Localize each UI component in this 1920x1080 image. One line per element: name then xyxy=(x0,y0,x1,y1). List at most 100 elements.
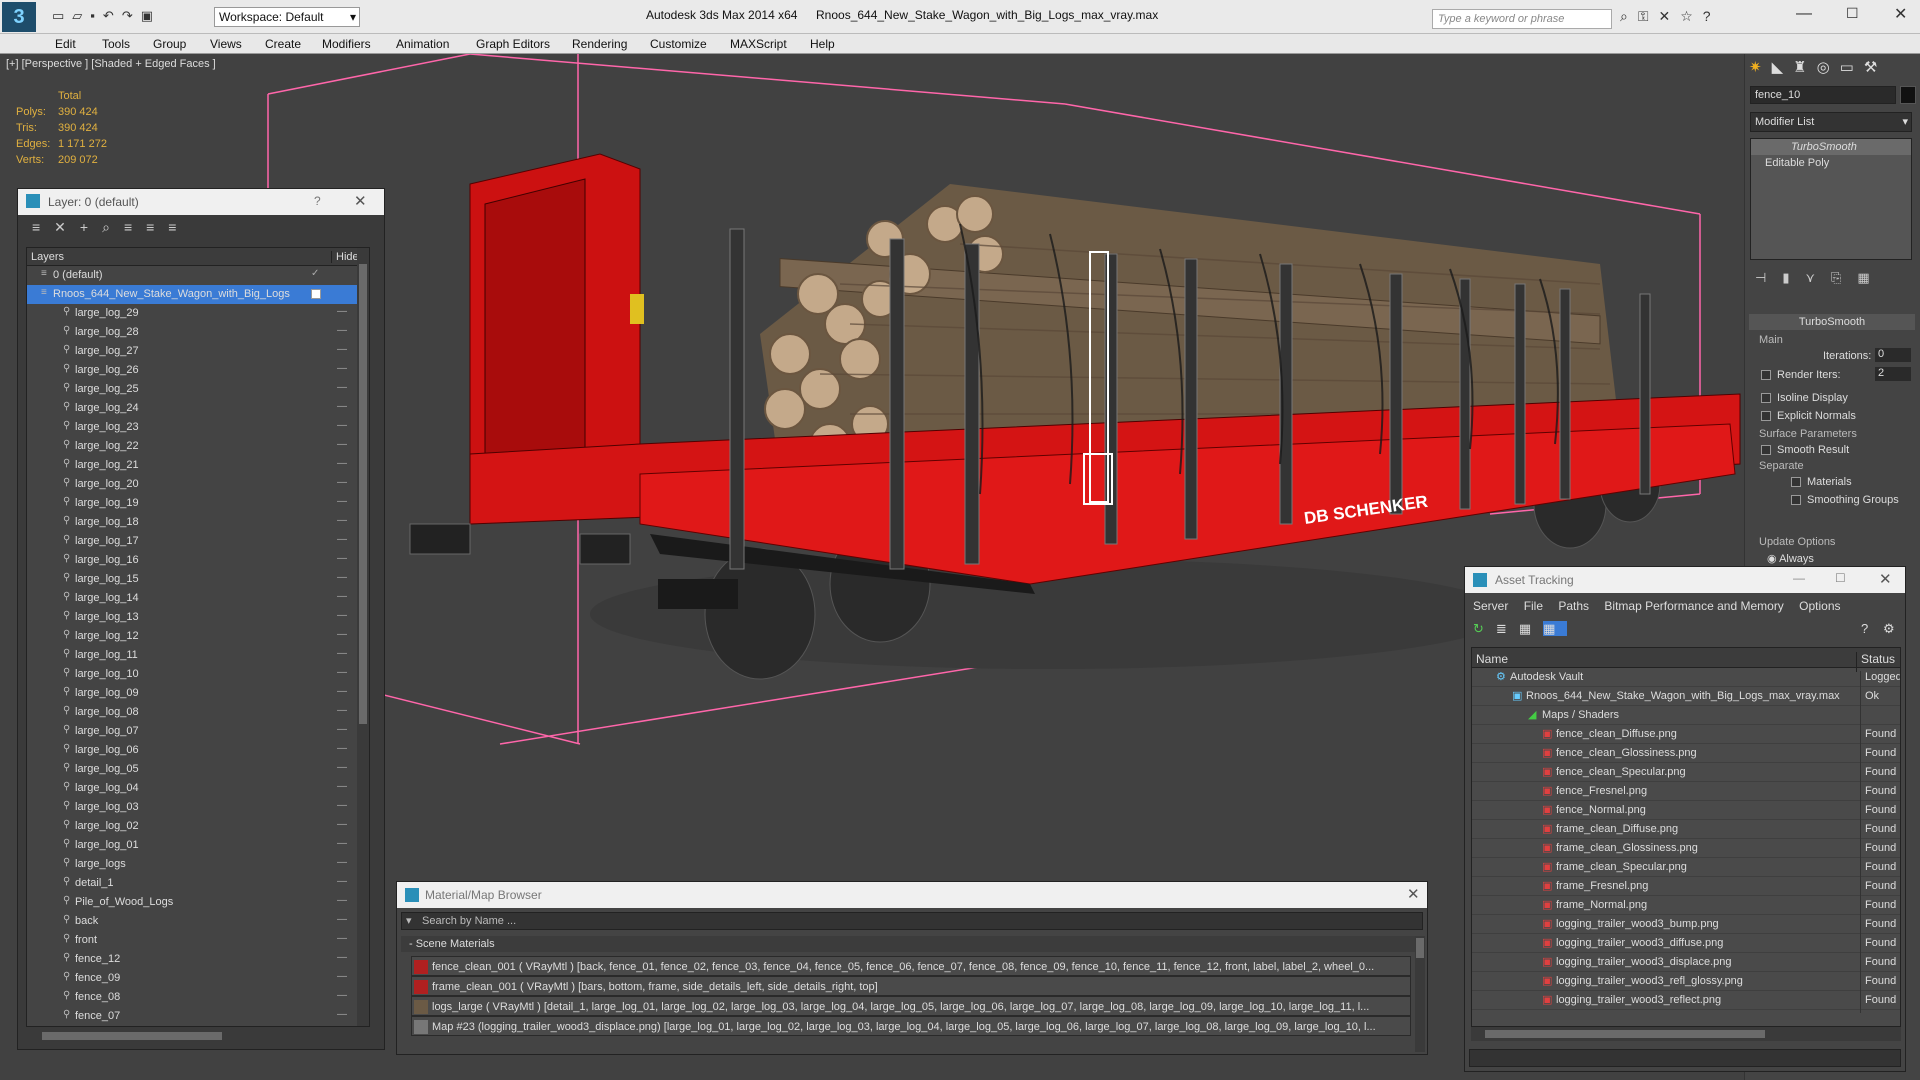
hide-toggle-icon[interactable]: ✓ xyxy=(311,268,319,279)
layer-object-row[interactable]: ⚲ large_log_04 — xyxy=(27,779,369,798)
asset-row[interactable]: ▣ logging_trailer_wood3_reflect.png Found xyxy=(1472,991,1900,1013)
hide-toggle-icon[interactable]: — xyxy=(337,344,347,355)
hide-toggle-icon[interactable]: — xyxy=(337,952,347,963)
layer-object-row[interactable]: ⚲ large_log_16 — xyxy=(27,551,369,570)
layer-object-row[interactable]: ⚲ large_log_26 — xyxy=(27,361,369,380)
layer-object-row[interactable]: ⚲ large_log_29 — xyxy=(27,304,369,323)
layer-object-row[interactable]: ⚲ Pile_of_Wood_Logs — xyxy=(27,893,369,912)
show-end-result-icon[interactable]: ▮ xyxy=(1782,270,1805,285)
hide-toggle-icon[interactable]: — xyxy=(337,610,347,621)
layer-vscrollbar[interactable] xyxy=(357,248,369,1026)
menu-views[interactable]: Views xyxy=(210,37,242,51)
hide-toggle-icon[interactable]: — xyxy=(337,686,347,697)
close-button[interactable]: ✕ xyxy=(1407,885,1420,903)
layer-object-row[interactable]: ⚲ large_log_11 — xyxy=(27,646,369,665)
matbrowser-titlebar[interactable]: Material/Map Browser ✕ xyxy=(397,882,1427,908)
hide-toggle-icon[interactable]: — xyxy=(337,496,347,507)
asset-row[interactable]: ▣ frame_Fresnel.png Found xyxy=(1472,877,1900,899)
thumbnail-view-icon[interactable]: ▦ xyxy=(1519,621,1543,636)
layer-object-row[interactable]: ⚲ large_log_21 — xyxy=(27,456,369,475)
open-file-icon[interactable]: ▱ xyxy=(72,8,90,23)
hide-toggle-icon[interactable]: — xyxy=(337,325,347,336)
hide-toggle-icon[interactable]: — xyxy=(337,534,347,545)
asset-row[interactable]: ▣ frame_clean_Glossiness.png Found xyxy=(1472,839,1900,861)
modify-tab-icon[interactable]: ◣ xyxy=(1772,59,1794,76)
hide-toggle-icon[interactable]: — xyxy=(337,857,347,868)
help-vault-icon[interactable]: ? xyxy=(1861,621,1880,636)
workspace-dropdown[interactable]: Workspace: Default ▾ xyxy=(214,7,360,27)
hierarchy-tab-icon[interactable]: ♜ xyxy=(1793,59,1816,76)
smoothing-groups-checkbox[interactable] xyxy=(1791,494,1801,506)
hide-toggle-icon[interactable]: — xyxy=(337,895,347,906)
asset-menu-server[interactable]: Server xyxy=(1473,599,1508,613)
maximize-button[interactable]: ☐ xyxy=(1835,571,1846,585)
layer-object-row[interactable]: ⚲ large_log_25 — xyxy=(27,380,369,399)
col-hide[interactable]: Hide xyxy=(331,251,359,263)
settings-icon[interactable]: ⚙ xyxy=(1883,621,1907,637)
display-tab-icon[interactable]: ▭ xyxy=(1840,59,1864,76)
modifier-list-dropdown[interactable]: Modifier List ▾ xyxy=(1750,112,1912,132)
hide-toggle-icon[interactable]: — xyxy=(337,591,347,602)
select-in-layer-icon[interactable]: ⌕ xyxy=(102,219,124,235)
maximize-button[interactable]: ☐ xyxy=(1846,5,1859,22)
render-iters-checkbox[interactable] xyxy=(1761,369,1771,381)
highlight-layer-icon[interactable]: ≡ xyxy=(124,219,146,235)
asset-menu-options[interactable]: Options xyxy=(1799,599,1840,613)
layer-object-row[interactable]: ⚲ large_log_02 — xyxy=(27,817,369,836)
explicit-normals-checkbox[interactable] xyxy=(1761,410,1771,422)
asset-titlebar[interactable]: Asset Tracking — ☐ ✕ xyxy=(1465,567,1905,593)
hide-toggle-icon[interactable]: — xyxy=(337,819,347,830)
asset-row[interactable]: ▣ fence_clean_Glossiness.png Found xyxy=(1472,744,1900,766)
layer-object-row[interactable]: ⚲ large_log_24 — xyxy=(27,399,369,418)
remove-modifier-icon[interactable]: ⎘ xyxy=(1831,270,1857,285)
layer-object-row[interactable]: ⚲ large_log_23 — xyxy=(27,418,369,437)
asset-row[interactable]: ▣ frame_clean_Diffuse.png Found xyxy=(1472,820,1900,842)
undo-icon[interactable]: ↶ xyxy=(103,8,122,23)
layer-object-row[interactable]: ⚲ fence_12 — xyxy=(27,950,369,969)
hide-toggle-icon[interactable]: — xyxy=(337,648,347,659)
menu-group[interactable]: Group xyxy=(153,37,186,51)
app-logo-icon[interactable]: 3 xyxy=(2,2,36,32)
layer-object-row[interactable]: ⚲ large_log_05 — xyxy=(27,760,369,779)
asset-menu-bitmap[interactable]: Bitmap Performance and Memory xyxy=(1604,599,1783,613)
col-name[interactable]: Name xyxy=(1476,652,1508,666)
layer-object-row[interactable]: ⚲ large_log_20 — xyxy=(27,475,369,494)
exchange-icon[interactable]: ✕ xyxy=(1659,8,1681,24)
close-button[interactable]: ✕ xyxy=(1879,570,1892,588)
asset-row[interactable]: ▣ Rnoos_644_New_Stake_Wagon_with_Big_Logs… xyxy=(1472,687,1900,709)
minimize-button[interactable]: — xyxy=(1793,571,1805,585)
hide-toggle-icon[interactable]: — xyxy=(337,629,347,640)
material-row[interactable]: fence_clean_001 ( VRayMtl ) [back, fence… xyxy=(411,956,1411,976)
material-row[interactable]: Map #23 (logging_trailer_wood3_displace.… xyxy=(411,1016,1411,1036)
matbrowser-scrollbar[interactable] xyxy=(1415,936,1425,1052)
layer-row[interactable]: ≡ 0 (default) ✓ xyxy=(27,266,369,285)
asset-menu-file[interactable]: File xyxy=(1524,599,1543,613)
layer-window-titlebar[interactable]: Layer: 0 (default) ? ✕ xyxy=(18,189,384,215)
layer-object-row[interactable]: ⚲ front — xyxy=(27,931,369,950)
save-icon[interactable]: ▪ xyxy=(90,8,103,23)
hide-toggle-icon[interactable]: — xyxy=(337,420,347,431)
menu-graph-editors[interactable]: Graph Editors xyxy=(476,37,550,51)
layer-object-row[interactable]: ⚲ large_log_09 — xyxy=(27,684,369,703)
configure-sets-icon[interactable]: ▦ xyxy=(1857,270,1885,285)
asset-row[interactable]: ▣ logging_trailer_wood3_bump.png Found xyxy=(1472,915,1900,937)
hide-toggle-icon[interactable]: — xyxy=(337,971,347,982)
hide-toggle-icon[interactable]: — xyxy=(337,705,347,716)
menu-create[interactable]: Create xyxy=(265,37,301,51)
hide-toggle-icon[interactable]: — xyxy=(337,781,347,792)
layer-object-row[interactable]: ⚲ back — xyxy=(27,912,369,931)
stack-item-editable-poly[interactable]: Editable Poly xyxy=(1751,155,1911,171)
asset-row[interactable]: ◢ Maps / Shaders xyxy=(1472,706,1900,728)
layer-object-row[interactable]: ⚲ large_log_18 — xyxy=(27,513,369,532)
close-button[interactable]: ✕ xyxy=(1894,4,1907,24)
asset-row[interactable]: ▣ fence_Fresnel.png Found xyxy=(1472,782,1900,804)
layer-object-row[interactable]: ⚲ fence_07 — xyxy=(27,1007,369,1026)
object-name-field[interactable]: fence_10 xyxy=(1750,86,1896,104)
material-row[interactable]: logs_large ( VRayMtl ) [detail_1, large_… xyxy=(411,996,1411,1016)
asset-row[interactable]: ▣ fence_Normal.png Found xyxy=(1472,801,1900,823)
asset-menu-paths[interactable]: Paths xyxy=(1558,599,1589,613)
iterations-spinner[interactable]: 0 xyxy=(1875,348,1911,362)
hide-toggle-icon[interactable]: — xyxy=(337,515,347,526)
freeze-all-icon[interactable]: ≡ xyxy=(168,219,190,235)
asset-path-field[interactable] xyxy=(1469,1049,1901,1067)
